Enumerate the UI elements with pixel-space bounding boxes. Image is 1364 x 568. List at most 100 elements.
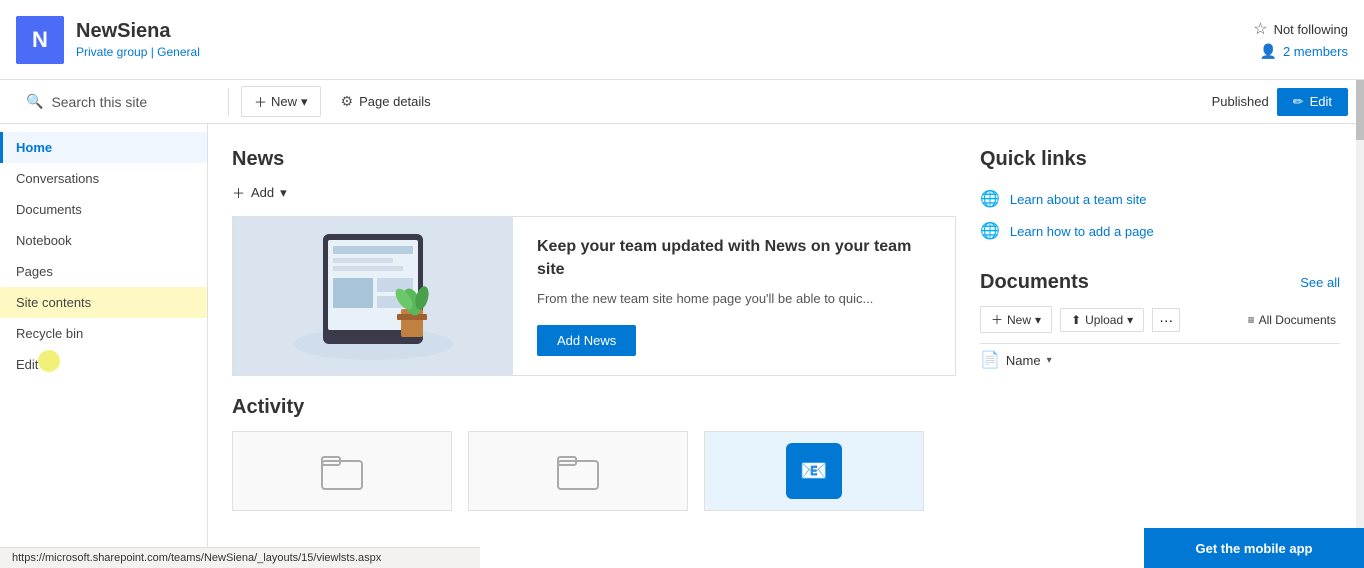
sidebar-item-site-contents[interactable]: Site contents	[0, 287, 207, 318]
news-title: News	[232, 148, 956, 171]
sidebar-item-notebook[interactable]: Notebook	[0, 225, 207, 256]
search-placeholder: Search this site	[51, 94, 147, 110]
site-name: NewSiena	[76, 20, 200, 43]
sidebar-item-documents[interactable]: Documents	[0, 194, 207, 225]
published-label: Published	[1212, 94, 1269, 109]
page-details-label: Page details	[359, 94, 431, 109]
scrollbar[interactable]	[1356, 80, 1364, 568]
page-details-button[interactable]: ⚙ Page details	[329, 88, 443, 115]
news-section: News ＋ Add ▾	[232, 148, 956, 376]
follow-label: Not following	[1274, 22, 1348, 37]
mobile-app-banner[interactable]: Get the mobile app	[1144, 528, 1364, 568]
quick-link-item-1[interactable]: 🌐 Learn about a team site	[980, 183, 1340, 215]
news-headline: Keep your team updated with News on your…	[537, 236, 931, 281]
sidebar-item-label: Site contents	[16, 295, 91, 310]
all-docs-label: All Documents	[1259, 313, 1336, 327]
doc-new-label: New	[1007, 313, 1031, 327]
sidebar-item-label: Pages	[16, 264, 53, 279]
toolbar-left: 🔍 Search this site ＋ New ▾ ⚙ Page detail…	[16, 86, 443, 117]
star-icon: ☆	[1253, 19, 1267, 39]
doc-new-button[interactable]: ＋ New ▾	[980, 306, 1052, 333]
sidebar-item-label: Notebook	[16, 233, 72, 248]
news-content: Keep your team updated with News on your…	[513, 217, 955, 375]
doc-upload-button[interactable]: ⬆ Upload ▾	[1060, 308, 1144, 332]
document-icon: 📄	[980, 350, 1000, 370]
pencil-icon: ✏	[1293, 94, 1304, 110]
main-layout: Home Conversations Documents Notebook Pa…	[0, 124, 1364, 568]
search-bar[interactable]: 🔍 Search this site	[16, 89, 216, 114]
quick-links-section: Quick links 🌐 Learn about a team site 🌐 …	[980, 148, 1340, 247]
new-button[interactable]: ＋ New ▾	[241, 86, 321, 117]
private-group-link[interactable]: Private group	[76, 45, 147, 59]
add-news-button[interactable]: Add News	[537, 325, 636, 356]
quick-link-item-2[interactable]: 🌐 Learn how to add a page	[980, 215, 1340, 247]
documents-header: Documents See all	[980, 271, 1340, 294]
see-all-link[interactable]: See all	[1300, 275, 1340, 290]
top-bar-right: ☆ Not following 👤 2 members	[1253, 19, 1348, 60]
chevron-down-icon: ▾	[280, 185, 287, 201]
documents-section: Documents See all ＋ New ▾ ⬆ Upload ▾	[980, 271, 1340, 376]
toolbar-right: Published ✏ Edit	[1212, 88, 1348, 116]
sidebar-item-label: Documents	[16, 202, 82, 217]
folder-icon-2	[554, 447, 602, 495]
doc-plus-icon: ＋	[991, 311, 1003, 328]
sidebar-item-label: Edit	[16, 357, 38, 372]
upload-icon: ⬆	[1071, 313, 1081, 327]
members-button[interactable]: 👤 2 members	[1260, 43, 1348, 60]
plus-icon: ＋	[232, 183, 245, 202]
globe-icon-1: 🌐	[980, 189, 1000, 209]
news-add-button[interactable]: ＋ Add ▾	[232, 183, 287, 202]
members-label: 2 members	[1283, 44, 1348, 59]
folder-icon	[318, 447, 366, 495]
top-bar: N NewSiena Private group | General ☆ Not…	[0, 0, 1364, 80]
site-meta: Private group | General	[76, 45, 200, 59]
gear-icon: ⚙	[341, 93, 354, 110]
doc-upload-label: Upload	[1085, 313, 1123, 327]
activity-section: Activity	[232, 396, 956, 511]
scrollbar-thumb[interactable]	[1356, 80, 1364, 140]
site-identity: N NewSiena Private group | General	[16, 16, 200, 64]
sidebar: Home Conversations Documents Notebook Pa…	[0, 124, 208, 568]
sidebar-item-conversations[interactable]: Conversations	[0, 163, 207, 194]
right-panel: Quick links 🌐 Learn about a team site 🌐 …	[980, 148, 1340, 544]
chevron-down-icon: ▾	[301, 94, 308, 110]
site-avatar: N	[16, 16, 64, 64]
upload-chevron-icon: ▾	[1127, 313, 1133, 327]
add-news-label: Add News	[557, 333, 616, 348]
edit-button[interactable]: ✏ Edit	[1277, 88, 1348, 116]
activity-card-2	[468, 431, 688, 511]
outlook-letter: 📧	[800, 458, 827, 484]
quick-link-label-2: Learn how to add a page	[1010, 224, 1154, 239]
news-description: From the new team site home page you'll …	[537, 289, 931, 309]
toolbar: 🔍 Search this site ＋ New ▾ ⚙ Page detail…	[0, 80, 1364, 124]
status-url: https://microsoft.sharepoint.com/teams/N…	[12, 552, 381, 564]
sidebar-item-label: Conversations	[16, 171, 99, 186]
sidebar-item-home[interactable]: Home	[0, 132, 207, 163]
doc-name-row: 📄 Name ▾	[980, 343, 1340, 376]
news-card: Keep your team updated with News on your…	[232, 216, 956, 376]
doc-more-button[interactable]: ···	[1152, 308, 1180, 332]
sidebar-item-label: Recycle bin	[16, 326, 83, 341]
sidebar-item-pages[interactable]: Pages	[0, 256, 207, 287]
sort-chevron-icon: ▾	[1047, 355, 1052, 366]
ellipsis-icon: ···	[1159, 312, 1173, 328]
doc-all-docs-button[interactable]: ≡ All Documents	[1244, 309, 1340, 331]
sidebar-item-recycle-bin[interactable]: Recycle bin	[0, 318, 207, 349]
follow-button[interactable]: ☆ Not following	[1253, 19, 1348, 39]
documents-title: Documents	[980, 271, 1089, 294]
new-label: New	[271, 94, 297, 109]
new-plus-icon: ＋	[254, 92, 267, 111]
toolbar-divider	[228, 88, 229, 116]
general-link[interactable]: General	[157, 45, 200, 59]
activity-card-outlook: 📧	[704, 431, 924, 511]
quick-links-title: Quick links	[980, 148, 1340, 171]
sidebar-item-label: Home	[16, 140, 52, 155]
sidebar-item-edit[interactable]: Edit	[0, 349, 207, 380]
content-area: News ＋ Add ▾	[208, 124, 1364, 568]
mobile-app-label: Get the mobile app	[1195, 541, 1312, 556]
activity-title: Activity	[232, 396, 956, 419]
search-icon: 🔍	[26, 93, 43, 110]
globe-icon-2: 🌐	[980, 221, 1000, 241]
activity-card-1	[232, 431, 452, 511]
status-bar: https://microsoft.sharepoint.com/teams/N…	[0, 547, 480, 568]
